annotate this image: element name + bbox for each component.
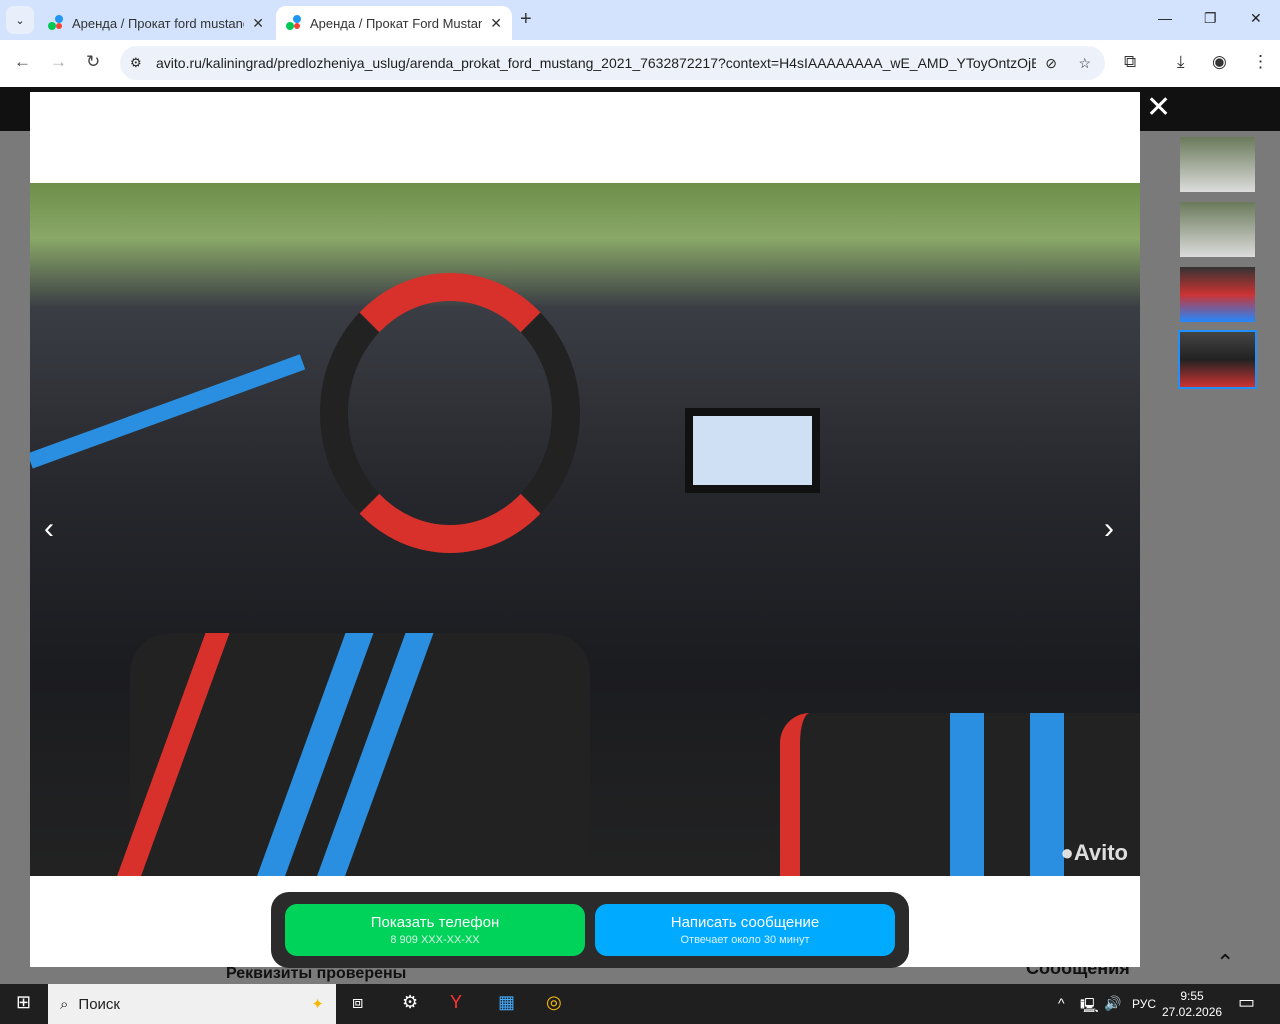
next-photo-button[interactable]: › xyxy=(1104,512,1114,546)
contact-actions: Показать телефон 8 909 XXX-XX-XX Написать… xyxy=(271,892,909,968)
avito-favicon xyxy=(48,15,64,31)
avito-watermark: ●Avito xyxy=(1060,840,1128,865)
forward-icon[interactable]: → xyxy=(50,52,67,72)
bookmark-star-icon[interactable]: ☆ xyxy=(1078,55,1091,72)
driver-seat xyxy=(114,633,590,876)
taskbar-search[interactable]: ⌕ Поиск ✦ xyxy=(48,984,336,1024)
site-info-icon[interactable]: ⚙ xyxy=(130,55,142,71)
new-tab-button[interactable]: + xyxy=(520,8,532,31)
sparkle-icon: ✦ xyxy=(311,996,324,1013)
steering-wheel xyxy=(320,273,580,553)
extensions-icon[interactable]: ⧉ xyxy=(1124,52,1136,72)
tab-search-button[interactable]: ⌄ xyxy=(6,6,34,34)
notifications-icon[interactable]: ▭ xyxy=(1238,992,1255,1013)
tab-bar: ⌄ Аренда / Прокат ford mustang ✕ Аренда /… xyxy=(0,0,1280,40)
address-bar[interactable]: ⚙ avito.ru/kaliningrad/predlozheniya_usl… xyxy=(120,46,1105,80)
settings-gear-icon[interactable]: ⚙ xyxy=(402,992,418,1013)
profile-icon[interactable]: ◉ xyxy=(1212,52,1227,72)
volume-icon[interactable]: 🔊 xyxy=(1104,995,1121,1012)
thumbnail-2[interactable] xyxy=(1180,202,1255,257)
thumbnail-4[interactable] xyxy=(1178,330,1257,389)
chrome-icon[interactable]: ◎ xyxy=(546,992,562,1013)
minimize-button[interactable]: — xyxy=(1158,10,1172,26)
tracking-protection-icon[interactable]: ⊘ xyxy=(1045,55,1057,72)
yandex-browser-icon[interactable]: Y xyxy=(450,992,462,1013)
app-icon[interactable]: ▦ xyxy=(498,992,515,1013)
tray-chevron-icon[interactable]: ^ xyxy=(1058,995,1065,1011)
clock[interactable]: 9:55 27.02.2026 xyxy=(1162,988,1222,1020)
close-icon[interactable]: ✕ xyxy=(490,15,502,32)
thumbnail-1[interactable] xyxy=(1180,137,1255,192)
download-icon[interactable]: ⤓ xyxy=(1177,52,1185,72)
search-icon: ⌕ xyxy=(60,995,69,1013)
reload-icon[interactable]: ↻ xyxy=(86,52,100,72)
network-icon[interactable]: 🖳 xyxy=(1080,995,1099,1019)
infotainment-screen xyxy=(685,408,820,493)
language-indicator[interactable]: РУС xyxy=(1132,997,1156,1011)
prev-photo-button[interactable]: ‹ xyxy=(44,512,54,546)
taskbar: ⊞ ⌕ Поиск ✦ ⧈ ⚙ Y ▦ ◎ ^ 🖳 🔊 РУС 9:55 27.02.… xyxy=(0,984,1280,1024)
close-icon[interactable]: ✕ xyxy=(252,15,264,32)
door-stripe xyxy=(30,354,306,469)
close-gallery-button[interactable]: ✕ xyxy=(1146,90,1171,125)
avito-favicon xyxy=(286,15,302,31)
browser-toolbar: ← → ↻ ⚙ avito.ru/kaliningrad/predlozheni… xyxy=(0,40,1280,87)
tab-1[interactable]: Аренда / Прокат ford mustang ✕ xyxy=(38,6,274,40)
thumbnail-3[interactable] xyxy=(1180,267,1255,322)
show-phone-button[interactable]: Показать телефон 8 909 XXX-XX-XX xyxy=(285,904,585,956)
windows-start-icon[interactable]: ⊞ xyxy=(16,992,31,1013)
close-window-button[interactable]: ✕ xyxy=(1250,10,1262,27)
write-message-button[interactable]: Написать сообщение Отвечает около 30 мину… xyxy=(595,904,895,956)
task-view-icon[interactable]: ⧈ xyxy=(352,992,363,1013)
chevron-up-icon[interactable]: ⌃ xyxy=(1216,950,1234,976)
gallery-modal: ●Avito ‹ › xyxy=(30,92,1140,967)
back-icon[interactable]: ← xyxy=(14,52,31,72)
restore-button[interactable]: ❐ xyxy=(1204,10,1217,27)
car-interior-photo: ●Avito xyxy=(30,183,1140,876)
menu-icon[interactable]: ⋮ xyxy=(1252,52,1269,72)
tab-2[interactable]: Аренда / Прокат Ford Mustang ✕ xyxy=(276,6,512,40)
